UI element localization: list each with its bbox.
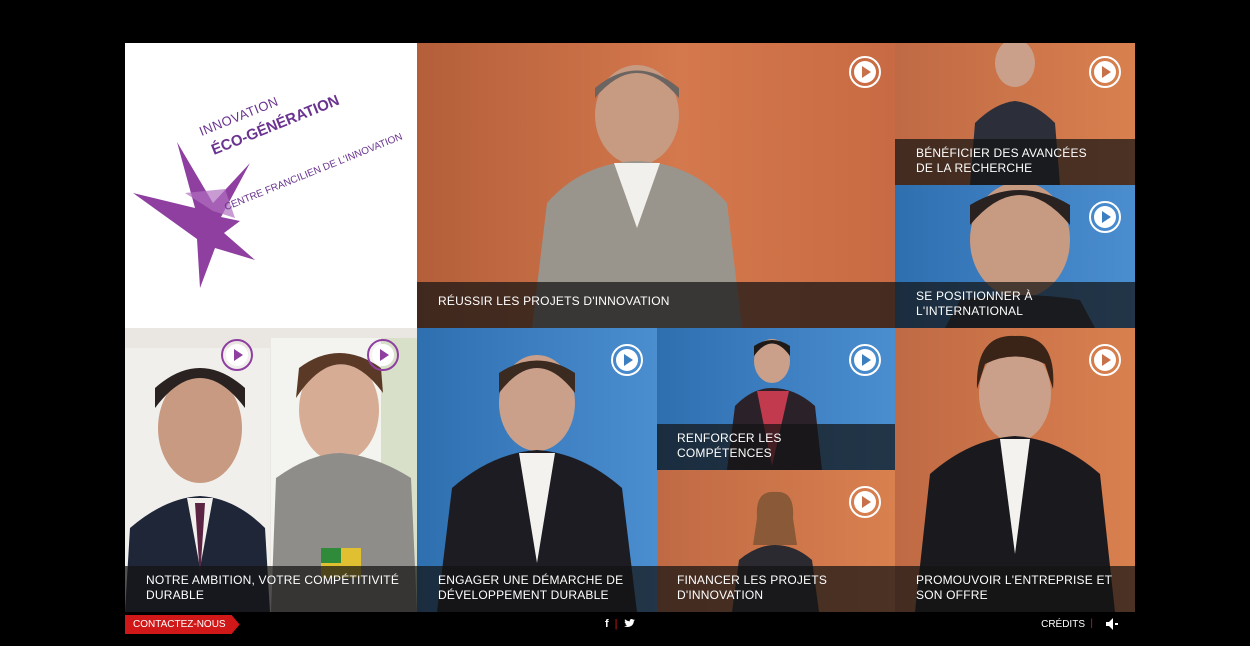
footer-bar: CONTACTEZ-NOUS f | CRÉDITS | — [125, 612, 1135, 636]
tile-caption: RENFORCER LES COMPÉTENCES — [657, 424, 895, 470]
video-tile-promouvoir[interactable]: PROMOUVOIR L'ENTREPRISE ET SON OFFRE — [895, 328, 1135, 612]
tile-caption: NOTRE AMBITION, VOTRE COMPÉTITIVITÉ DURA… — [125, 566, 417, 612]
play-icon[interactable] — [849, 486, 881, 518]
play-icon[interactable] — [849, 56, 881, 88]
contact-button[interactable]: CONTACTEZ-NOUS — [125, 615, 240, 634]
tile-caption: PROMOUVOIR L'ENTREPRISE ET SON OFFRE — [895, 566, 1135, 612]
video-tile-ambition[interactable]: NOTRE AMBITION, VOTRE COMPÉTITIVITÉ DURA… — [125, 328, 417, 612]
play-icon[interactable] — [1089, 56, 1121, 88]
play-icon[interactable] — [1089, 201, 1121, 233]
tile-caption: FINANCER LES PROJETS D'INNOVATION — [657, 566, 895, 612]
tile-caption: SE POSITIONNER À L'INTERNATIONAL — [895, 282, 1135, 328]
video-tile-beneficier[interactable]: BÉNÉFICIER DES AVANCÉES DE LA RECHERCHE — [895, 43, 1135, 185]
play-icon[interactable] — [367, 339, 399, 371]
video-tile-renforcer[interactable]: RENFORCER LES COMPÉTENCES — [657, 328, 895, 470]
social-links: f | — [605, 618, 635, 630]
video-tile-financer[interactable]: FINANCER LES PROJETS D'INNOVATION — [657, 470, 895, 612]
tile-caption: ENGAGER UNE DÉMARCHE DE DÉVELOPPEMENT DU… — [417, 566, 657, 612]
play-icon[interactable] — [1089, 344, 1121, 376]
twitter-icon[interactable] — [623, 619, 635, 628]
facebook-icon[interactable]: f — [605, 618, 609, 630]
play-icon[interactable] — [611, 344, 643, 376]
tile-caption: BÉNÉFICIER DES AVANCÉES DE LA RECHERCHE — [895, 139, 1135, 185]
play-icon[interactable] — [221, 339, 253, 371]
video-tile-positionner[interactable]: SE POSITIONNER À L'INTERNATIONAL — [895, 185, 1135, 328]
credits-link[interactable]: CRÉDITS — [1041, 619, 1085, 630]
video-tile-reussir[interactable]: RÉUSSIR LES PROJETS D'INNOVATION — [417, 43, 895, 328]
play-icon[interactable] — [849, 344, 881, 376]
logo-tile: INNOVATION ÉCO-GÉNÉRATION CENTRE FRANCIL… — [125, 43, 417, 328]
tile-caption: RÉUSSIR LES PROJETS D'INNOVATION — [417, 282, 895, 328]
speaker-icon[interactable] — [1105, 617, 1121, 631]
divider: | — [614, 618, 618, 630]
divider: | — [1090, 618, 1093, 629]
video-tile-engager[interactable]: ENGAGER UNE DÉMARCHE DE DÉVELOPPEMENT DU… — [417, 328, 657, 612]
page-frame: INNOVATION ÉCO-GÉNÉRATION CENTRE FRANCIL… — [0, 0, 1250, 646]
